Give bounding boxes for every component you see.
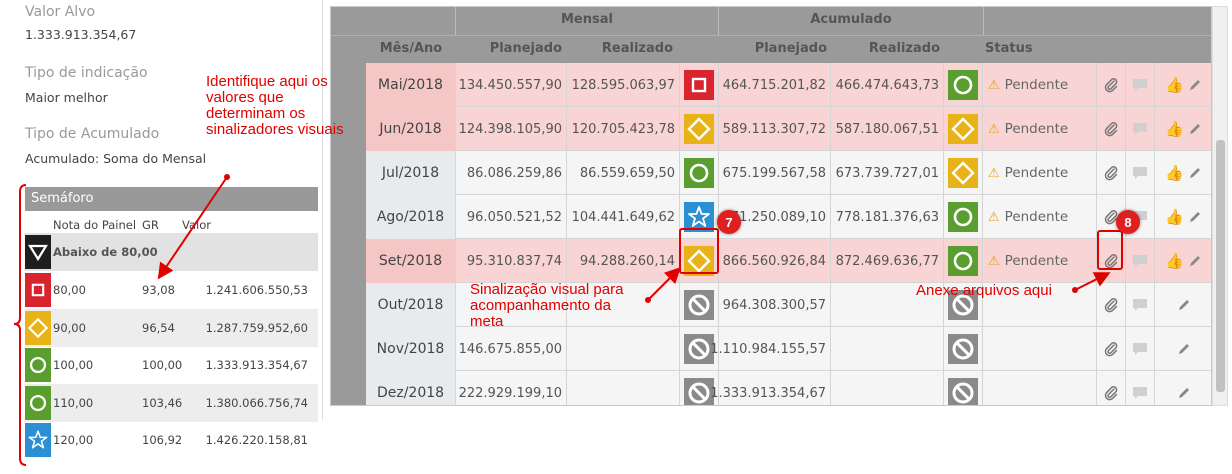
step-badge-8: 8 <box>1116 210 1140 234</box>
annotation-arrows <box>13 174 1111 466</box>
annotation-sinalizadores: Identifique aqui os valores que determin… <box>206 73 344 138</box>
annotation-anexe: Anexe arquivos aqui <box>916 282 1052 299</box>
annotation-sinalizacao: Sinalização visual para acompanhamento d… <box>470 281 624 330</box>
highlight-signal-box <box>679 228 719 274</box>
step-badge-7: 7 <box>717 210 741 234</box>
highlight-attach-box <box>1097 230 1123 270</box>
